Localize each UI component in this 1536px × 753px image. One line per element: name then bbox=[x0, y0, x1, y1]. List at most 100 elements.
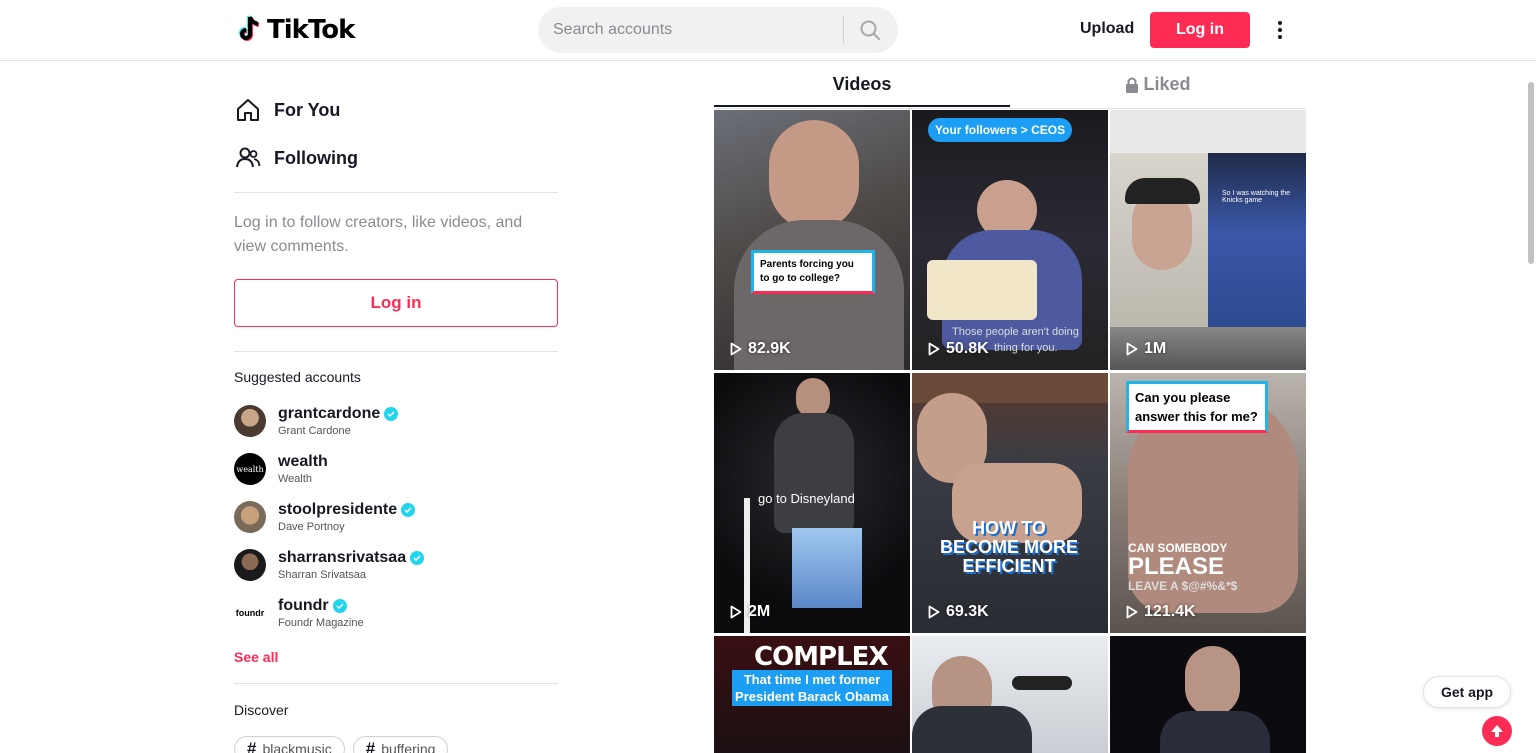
video-grid: Parents forcing you to go to college? 82… bbox=[714, 110, 1306, 753]
search-bar bbox=[538, 7, 898, 53]
play-icon bbox=[1126, 342, 1138, 356]
profile-tabs: Videos Liked bbox=[714, 61, 1306, 109]
see-all-link[interactable]: See all bbox=[234, 649, 558, 665]
account-username: foundr bbox=[278, 597, 329, 614]
arrow-up-icon bbox=[1491, 725, 1503, 737]
suggested-account-wealth[interactable]: wealth wealth Wealth bbox=[234, 445, 558, 493]
account-display-name: Foundr Magazine bbox=[278, 617, 364, 629]
divider bbox=[234, 192, 558, 193]
video-caption: Can you please answer this for me? bbox=[1126, 381, 1268, 433]
video-thumbnail[interactable]: Your followers > CEOS Those people aren'… bbox=[912, 110, 1108, 370]
video-caption: So I was watching the Knicks game bbox=[1222, 190, 1291, 204]
divider bbox=[234, 351, 558, 352]
view-count: 82.9K bbox=[730, 340, 791, 358]
play-icon bbox=[730, 342, 742, 356]
sidebar: For You Following Log in to follow creat… bbox=[234, 61, 558, 753]
verified-badge-icon bbox=[332, 599, 347, 613]
suggested-account-sharransrivatsaa[interactable]: sharransrivatsaa Sharran Srivatsaa bbox=[234, 541, 558, 589]
search-input[interactable] bbox=[538, 7, 843, 53]
verified-badge-icon bbox=[401, 503, 416, 517]
account-username: sharransrivatsaa bbox=[278, 549, 407, 566]
discover-tag[interactable]: # buffering bbox=[352, 736, 449, 753]
login-prompt-text: Log in to follow creators, like videos, … bbox=[234, 214, 523, 255]
nav-label-for-you: For You bbox=[274, 99, 341, 120]
video-thumbnail[interactable]: Can you please answer this for me? CAN S… bbox=[1110, 373, 1306, 633]
account-display-name: Sharran Srivatsaa bbox=[278, 569, 367, 581]
tab-liked-label: Liked bbox=[1143, 74, 1191, 94]
account-username: wealth bbox=[278, 453, 328, 470]
active-tab-indicator bbox=[714, 105, 1010, 107]
upload-link[interactable]: Upload bbox=[1080, 20, 1134, 38]
avatar bbox=[234, 549, 266, 581]
avatar bbox=[234, 501, 266, 533]
sidebar-login-button[interactable]: Log in bbox=[234, 279, 558, 327]
video-caption: That time I met former President Barack … bbox=[732, 670, 892, 706]
play-icon bbox=[1126, 605, 1138, 619]
view-count: 69.3K bbox=[928, 603, 989, 621]
users-icon bbox=[234, 144, 262, 172]
tiktok-logo[interactable]: TikTok bbox=[237, 15, 355, 45]
video-caption: Parents forcing you to go to college? bbox=[751, 250, 875, 294]
hashtag-icon: # bbox=[365, 739, 376, 753]
video-caption: HOW TO BECOME MORE EFFICIENT bbox=[939, 518, 1078, 576]
tag-label: buffering bbox=[381, 741, 436, 753]
get-app-button[interactable]: Get app bbox=[1423, 676, 1511, 708]
video-caption: Your followers > CEOS bbox=[928, 118, 1073, 142]
avatar: wealth bbox=[234, 453, 266, 485]
video-thumbnail[interactable]: go to Disneyland 2M bbox=[714, 373, 910, 633]
page-scrollbar[interactable] bbox=[1528, 82, 1534, 264]
video-frame bbox=[1110, 636, 1306, 753]
home-icon bbox=[234, 96, 262, 124]
discover-title: Discover bbox=[234, 702, 289, 718]
search-button[interactable] bbox=[844, 7, 896, 53]
video-caption: go to Disneyland bbox=[758, 491, 855, 506]
view-count: 1M bbox=[1126, 340, 1166, 358]
suggested-account-stoolpresidente[interactable]: stoolpresidente Dave Portnoy bbox=[234, 493, 558, 541]
suggested-accounts-title: Suggested accounts bbox=[234, 369, 361, 385]
account-username: stoolpresidente bbox=[278, 501, 398, 518]
account-display-name: Dave Portnoy bbox=[278, 521, 345, 533]
video-caption-tertiary: PLEASE bbox=[1128, 553, 1225, 580]
avatar-logo-text: foundr bbox=[235, 608, 265, 618]
logo-text: TikTok bbox=[267, 15, 355, 45]
avatar bbox=[234, 405, 266, 437]
view-count: 2M bbox=[730, 603, 770, 621]
account-display-name: Grant Cardone bbox=[278, 425, 351, 437]
avatar: foundr bbox=[234, 597, 266, 629]
account-username: grantcardone bbox=[278, 405, 381, 422]
lock-icon bbox=[1126, 77, 1139, 93]
verified-badge-icon bbox=[410, 551, 425, 565]
suggested-account-grantcardone[interactable]: grantcardone Grant Cardone bbox=[234, 397, 558, 445]
video-caption-quaternary: LEAVE A $@#%&*$ bbox=[1128, 579, 1238, 593]
nav-following[interactable]: Following bbox=[234, 134, 558, 182]
video-frame bbox=[714, 110, 910, 370]
suggested-account-foundr[interactable]: foundr foundr Foundr Magazine bbox=[234, 589, 558, 637]
video-thumbnail[interactable]: So I was watching the Knicks game 1M bbox=[1110, 110, 1306, 370]
top-header: TikTok Upload Log in bbox=[0, 0, 1536, 61]
video-thumbnail[interactable]: HOW TO BECOME MORE EFFICIENT 69.3K bbox=[912, 373, 1108, 633]
video-caption-secondary: Those people aren't doing bbox=[952, 326, 1079, 338]
back-to-top-button[interactable] bbox=[1482, 716, 1512, 746]
tab-liked[interactable]: Liked bbox=[1010, 61, 1306, 108]
video-caption-brand: COMPLEX bbox=[754, 642, 888, 672]
video-thumbnail[interactable]: Parents forcing you to go to college? 82… bbox=[714, 110, 910, 370]
avatar-logo-text: wealth bbox=[236, 464, 264, 474]
discover-tag[interactable]: # blackmusic bbox=[234, 736, 345, 753]
header-login-button[interactable]: Log in bbox=[1150, 12, 1250, 48]
nav-for-you[interactable]: For You bbox=[234, 86, 558, 134]
tag-label: blackmusic bbox=[262, 741, 332, 753]
video-frame bbox=[912, 636, 1108, 753]
play-icon bbox=[730, 605, 742, 619]
video-caption-tertiary: thing for you. bbox=[994, 342, 1058, 354]
view-count: 50.8K bbox=[928, 340, 989, 358]
more-options-icon[interactable] bbox=[1270, 18, 1290, 42]
divider bbox=[234, 683, 558, 684]
tab-videos[interactable]: Videos bbox=[714, 61, 1010, 108]
account-display-name: Wealth bbox=[278, 473, 313, 485]
video-frame bbox=[1110, 110, 1306, 370]
video-thumbnail[interactable] bbox=[912, 636, 1108, 753]
video-thumbnail[interactable] bbox=[1110, 636, 1306, 753]
hashtag-icon: # bbox=[247, 739, 257, 753]
video-thumbnail[interactable]: COMPLEX That time I met former President… bbox=[714, 636, 910, 753]
search-icon bbox=[860, 20, 880, 40]
